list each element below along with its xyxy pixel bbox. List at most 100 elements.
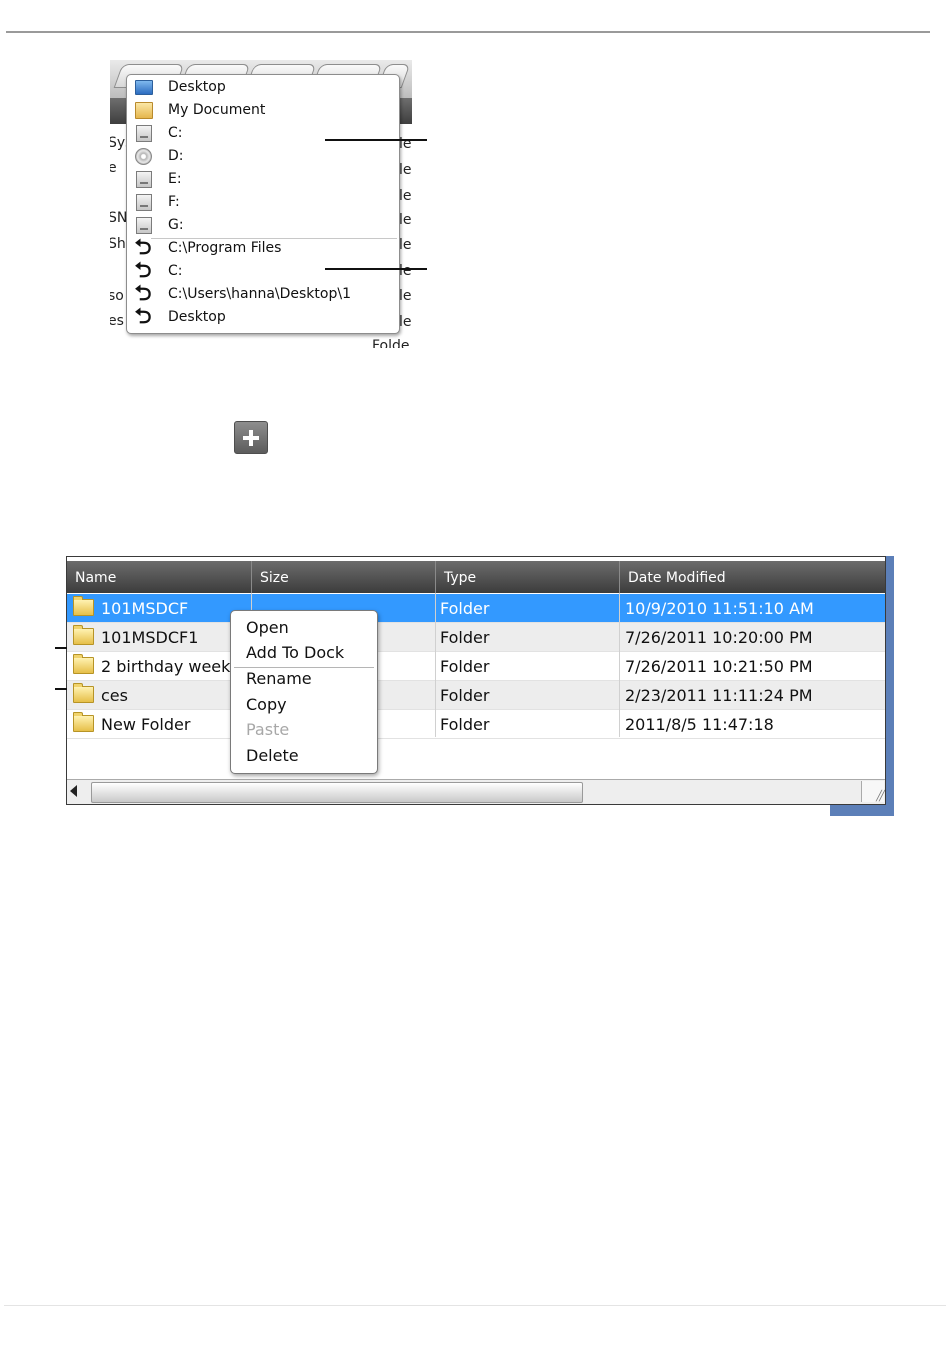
resize-grip-icon[interactable] bbox=[861, 781, 884, 802]
menu-item-open[interactable]: Open bbox=[246, 618, 289, 637]
history-item-desktop-1[interactable]: ⮌ C:\Users\hanna\Desktop\1 bbox=[127, 283, 399, 306]
file-type: Folder bbox=[440, 715, 490, 734]
background-text: le bbox=[399, 162, 412, 178]
add-button[interactable] bbox=[234, 421, 268, 454]
background-text: le bbox=[399, 188, 412, 204]
background-text: le bbox=[399, 212, 412, 228]
history-item-program-files[interactable]: ⮌ C:\Program Files bbox=[127, 237, 399, 260]
file-date-modified: 7/26/2011 10:20:00 PM bbox=[625, 628, 813, 647]
file-date-modified: 7/26/2011 10:21:50 PM bbox=[625, 657, 813, 676]
folder-icon bbox=[73, 683, 94, 703]
context-menu: Open Add To Dock Rename Copy Paste Delet… bbox=[230, 610, 378, 774]
callout-line bbox=[55, 647, 67, 649]
history-item-label: C:\Program Files bbox=[168, 240, 282, 256]
back-arrow-icon: ⮌ bbox=[134, 281, 152, 305]
background-text: le bbox=[399, 263, 412, 279]
menu-item-add-to-dock[interactable]: Add To Dock bbox=[246, 643, 344, 662]
file-type: Folder bbox=[440, 686, 490, 705]
file-name: New Folder bbox=[101, 715, 191, 734]
back-arrow-icon: ⮌ bbox=[134, 304, 152, 328]
column-header-size[interactable]: Size bbox=[252, 561, 436, 593]
background-text: so bbox=[110, 288, 124, 304]
file-list-window: Name Size Type Date Modified 101MSDCF Fo… bbox=[66, 556, 886, 805]
column-header-label: Date Modified bbox=[628, 570, 726, 586]
menu-item-delete[interactable]: Delete bbox=[246, 746, 299, 765]
file-name: 2 birthday week bbox=[101, 657, 231, 676]
bottom-divider bbox=[4, 1305, 946, 1306]
file-date-modified: 2/23/2011 11:11:24 PM bbox=[625, 686, 813, 705]
drive-icon bbox=[136, 171, 152, 188]
location-item-label: D: bbox=[168, 148, 184, 164]
location-item-label: G: bbox=[168, 217, 184, 233]
column-header-label: Size bbox=[260, 570, 289, 586]
file-date-modified: 10/9/2010 11:51:10 AM bbox=[625, 599, 814, 618]
history-item-label: Desktop bbox=[168, 309, 226, 325]
drive-icon bbox=[136, 125, 152, 142]
history-item-c[interactable]: ⮌ C: bbox=[127, 260, 399, 283]
top-divider bbox=[6, 31, 930, 33]
my-document-icon bbox=[135, 102, 153, 119]
menu-item-paste: Paste bbox=[246, 720, 290, 739]
table-row[interactable]: 101MSDCF Folder 10/9/2010 11:51:10 AM bbox=[67, 594, 885, 623]
back-arrow-icon: ⮌ bbox=[134, 235, 152, 259]
column-header-label: Type bbox=[444, 570, 477, 586]
location-item-drive-g[interactable]: G: bbox=[127, 214, 399, 237]
file-type: Folder bbox=[440, 599, 490, 618]
column-header-name[interactable]: Name bbox=[67, 561, 252, 593]
background-text: le bbox=[399, 237, 412, 253]
menu-separator bbox=[234, 667, 374, 668]
background-text: es bbox=[110, 313, 124, 329]
location-item-label: F: bbox=[168, 194, 180, 210]
folder-icon bbox=[73, 654, 94, 674]
file-type: Folder bbox=[440, 657, 490, 676]
background-text: le bbox=[399, 314, 412, 330]
column-header-label: Name bbox=[75, 570, 117, 586]
location-item-my-document[interactable]: My Document bbox=[127, 99, 399, 122]
location-screenshot: Sys e SN Sh so es le le le le le le le l… bbox=[110, 60, 412, 348]
callout-line bbox=[325, 268, 427, 270]
background-text: SN bbox=[110, 210, 128, 226]
location-item-drive-f[interactable]: F: bbox=[127, 191, 399, 214]
drive-icon bbox=[136, 194, 152, 211]
file-name: 101MSDCF bbox=[101, 599, 189, 618]
menu-item-copy[interactable]: Copy bbox=[246, 695, 287, 714]
background-text: Folde bbox=[372, 338, 410, 348]
column-header-type[interactable]: Type bbox=[436, 561, 620, 593]
background-text: e bbox=[110, 160, 117, 176]
table-row[interactable]: New Folder Folder 2011/8/5 11:47:18 bbox=[67, 710, 885, 739]
column-divider bbox=[619, 593, 620, 737]
location-item-label: Desktop bbox=[168, 79, 226, 95]
location-item-drive-c[interactable]: C: bbox=[127, 122, 399, 145]
callout-line bbox=[55, 688, 67, 690]
folder-icon bbox=[73, 712, 94, 732]
location-item-desktop[interactable]: Desktop bbox=[127, 76, 399, 99]
menu-item-rename[interactable]: Rename bbox=[246, 669, 312, 688]
background-text: le bbox=[399, 288, 412, 304]
cd-drive-icon bbox=[135, 148, 152, 165]
location-item-drive-d[interactable]: D: bbox=[127, 145, 399, 168]
table-row[interactable]: ces Folder 2/23/2011 11:11:24 PM bbox=[67, 681, 885, 710]
background-text: Sh bbox=[110, 236, 126, 252]
history-item-label: C:\Users\hanna\Desktop\1 bbox=[168, 286, 351, 302]
file-type: Folder bbox=[440, 628, 490, 647]
file-date-modified: 2011/8/5 11:47:18 bbox=[625, 715, 774, 734]
table-row[interactable]: 101MSDCF1 Folder 7/26/2011 10:20:00 PM bbox=[67, 623, 885, 652]
history-item-label: C: bbox=[168, 263, 183, 279]
back-arrow-icon: ⮌ bbox=[134, 258, 152, 282]
history-item-desktop[interactable]: ⮌ Desktop bbox=[127, 306, 399, 329]
callout-line bbox=[325, 139, 427, 141]
column-divider bbox=[435, 593, 436, 737]
location-item-drive-e[interactable]: E: bbox=[127, 168, 399, 191]
location-item-label: C: bbox=[168, 125, 183, 141]
file-name: 101MSDCF1 bbox=[101, 628, 199, 647]
desktop-icon bbox=[135, 80, 153, 95]
folder-icon bbox=[73, 625, 94, 645]
table-row[interactable]: 2 birthday week Folder 7/26/2011 10:21:5… bbox=[67, 652, 885, 681]
scrollbar-thumb[interactable] bbox=[91, 782, 583, 803]
scroll-left-arrow-icon[interactable] bbox=[70, 785, 77, 797]
folder-icon bbox=[73, 596, 94, 616]
horizontal-scrollbar[interactable] bbox=[67, 779, 885, 804]
column-header-date-modified[interactable]: Date Modified bbox=[620, 561, 885, 593]
location-item-label: My Document bbox=[168, 102, 266, 118]
file-name: ces bbox=[101, 686, 128, 705]
